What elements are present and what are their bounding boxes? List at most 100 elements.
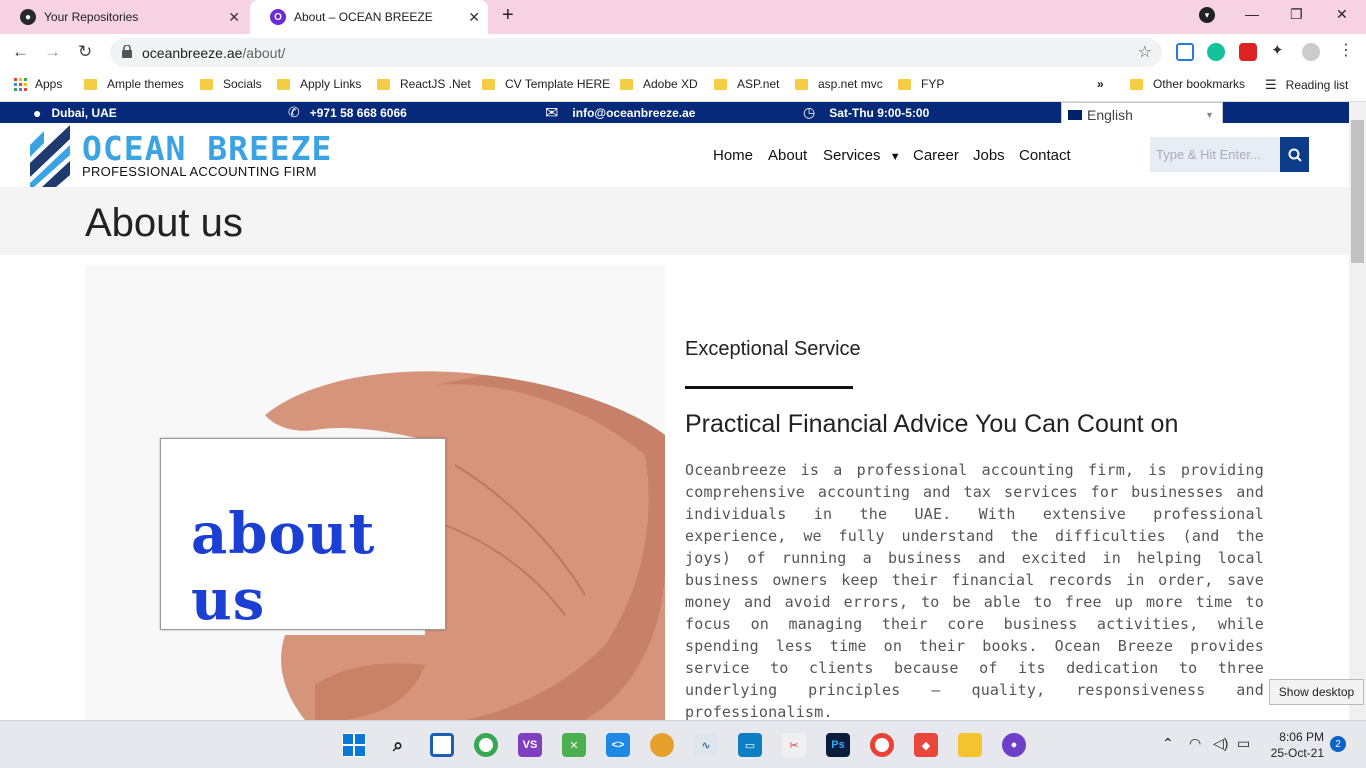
bookmark-star-icon[interactable]: ☆ (1138, 42, 1152, 62)
envelope-icon: ✉ (545, 104, 559, 122)
app-red-icon[interactable]: ◆ (914, 733, 938, 757)
nav-jobs[interactable]: Jobs (973, 147, 1005, 164)
vscode-icon[interactable]: <> (606, 733, 630, 757)
nav-contact[interactable]: Contact (1019, 147, 1071, 164)
bookmark-apps[interactable]: Apps (14, 77, 62, 91)
close-window-icon[interactable]: ✕ (1336, 6, 1348, 23)
scrollbar-thumb[interactable] (1351, 120, 1364, 263)
topbar-hours: ◷ Sat-Thu 9:00-5:00 (803, 104, 930, 120)
windows-logo-icon (343, 734, 365, 756)
folder-icon (795, 78, 808, 90)
bookmarks-bar: Apps Ample themes Socials Apply Links Re… (0, 70, 1366, 102)
hero-image: about us (85, 265, 665, 720)
extension-shield-icon[interactable] (1176, 43, 1194, 61)
close-icon[interactable]: ✕ (468, 9, 480, 26)
snipping-tool-icon[interactable]: ✂ (782, 733, 806, 757)
chevron-up-icon[interactable]: ⌃ (1162, 735, 1174, 752)
chevron-down-icon: ▼ (1205, 110, 1214, 120)
nav-home[interactable]: Home (713, 147, 753, 164)
bookmarks-overflow-button[interactable]: » (1097, 77, 1104, 91)
wifi-icon[interactable]: ◠ (1189, 735, 1201, 752)
folder-icon (200, 78, 213, 90)
section-heading: Practical Financial Advice You Can Count… (685, 410, 1179, 438)
grammarly-icon[interactable] (1207, 43, 1225, 61)
folder-icon (714, 78, 727, 90)
back-arrow-icon[interactable]: ← (12, 42, 29, 62)
logo-mark-icon[interactable] (30, 125, 70, 187)
about-us-card: about us (160, 438, 446, 633)
bookmark-asp-net-mvc[interactable]: asp.net mvc (795, 77, 883, 91)
nav-career[interactable]: Career (913, 147, 959, 164)
site-favicon-icon: O (270, 9, 286, 25)
profile-avatar[interactable] (1302, 43, 1320, 61)
topbar-email[interactable]: ✉ info@oceanbreeze.ae (545, 102, 695, 123)
tab-your-repositories[interactable]: ● Your Repositories ✕ (0, 0, 248, 34)
bookmark-fyp[interactable]: FYP (898, 77, 944, 91)
topbar-phone[interactable]: ✆ +971 58 668 6066 (288, 102, 407, 123)
search-input[interactable]: Type & Hit Enter... (1150, 137, 1280, 172)
bookmark-asp-net[interactable]: ASP.net (714, 77, 779, 91)
map-pin-icon: ● (33, 104, 42, 121)
divider (685, 386, 853, 389)
chevron-down-icon: ▼ (889, 151, 901, 163)
task-view-icon[interactable] (430, 733, 454, 757)
search-button[interactable] (1280, 137, 1309, 172)
file-explorer-icon[interactable] (958, 733, 982, 757)
bookmark-ample-themes[interactable]: Ample themes (84, 77, 184, 91)
search-icon[interactable]: ⌕ (386, 733, 410, 757)
system-clock[interactable]: 8:06 PM 25-Oct-21 (1266, 729, 1324, 761)
reload-icon[interactable]: ↻ (78, 42, 92, 62)
chrome-icon[interactable] (474, 733, 498, 757)
app-monitor-icon[interactable]: ∿ (694, 733, 718, 757)
address-bar[interactable]: oceanbreeze.ae/about/ ☆ (110, 38, 1162, 67)
extension-red-icon[interactable] (1239, 43, 1257, 61)
page-title-band: About us (0, 187, 1349, 255)
tab-title: About – OCEAN BREEZE (294, 10, 433, 24)
folder-icon (482, 78, 495, 90)
reading-list-button[interactable]: ☰ Reading list (1265, 77, 1348, 93)
volume-icon[interactable]: ◁) (1213, 735, 1228, 752)
folder-icon (1130, 78, 1143, 90)
tab-title: Your Repositories (44, 10, 139, 24)
notification-badge[interactable]: 2 (1330, 736, 1346, 752)
bookmark-socials[interactable]: Socials (200, 77, 262, 91)
start-button[interactable] (342, 733, 366, 757)
folder-icon (377, 78, 390, 90)
battery-icon[interactable]: ▭ (1237, 735, 1250, 752)
uk-flag-icon (1068, 110, 1082, 120)
bookmark-reactjs-net[interactable]: ReactJS .Net (377, 77, 471, 91)
clock-date: 25-Oct-21 (1270, 746, 1324, 760)
logo-title[interactable]: OCEAN BREEZE (82, 129, 332, 168)
tab-about-ocean-breeze[interactable]: O About – OCEAN BREEZE ✕ (250, 0, 488, 34)
folder-icon (277, 78, 290, 90)
browser-toolbar: ← → ↻ oceanbreeze.ae/about/ ☆ ✦ ⋮ (0, 34, 1366, 70)
apps-grid-icon (14, 77, 27, 91)
menu-kebab-icon[interactable]: ⋮ (1338, 40, 1356, 59)
visual-studio-icon[interactable]: VS (518, 733, 542, 757)
chrome-profile-icon[interactable] (870, 733, 894, 757)
restore-icon[interactable]: ❐ (1290, 6, 1303, 23)
bookmark-apply-links[interactable]: Apply Links (277, 77, 361, 91)
new-tab-button[interactable]: + (502, 4, 514, 27)
section-kicker: Exceptional Service (685, 338, 861, 360)
bookmark-other-bookmarks[interactable]: Other bookmarks (1130, 77, 1245, 91)
card-text: about us (191, 501, 376, 633)
github-desktop-icon[interactable]: ● (1002, 733, 1026, 757)
photoshop-icon[interactable]: Ps (826, 733, 850, 757)
page-scrollbar[interactable] (1349, 102, 1366, 720)
nav-services[interactable]: Services ▼ (823, 147, 901, 164)
bookmark-adobe-xd[interactable]: Adobe XD (620, 77, 698, 91)
tab-search-icon[interactable]: ▾ (1199, 7, 1215, 23)
folder-icon (84, 78, 97, 90)
nav-about[interactable]: About (768, 147, 807, 164)
extensions-puzzle-icon[interactable]: ✦ (1271, 41, 1289, 59)
remote-desktop-icon[interactable]: ▭ (738, 733, 762, 757)
app-tool-icon[interactable]: ✕ (562, 733, 586, 757)
forward-arrow-icon[interactable]: → (44, 42, 61, 62)
close-icon[interactable]: ✕ (228, 9, 240, 26)
bookmark-cv-template[interactable]: CV Template HERE (482, 77, 610, 91)
minimize-icon[interactable]: — (1245, 6, 1259, 22)
reading-list-icon: ☰ (1265, 77, 1277, 92)
phone-icon: ✆ (288, 104, 300, 120)
app-chameleon-icon[interactable] (650, 733, 674, 757)
